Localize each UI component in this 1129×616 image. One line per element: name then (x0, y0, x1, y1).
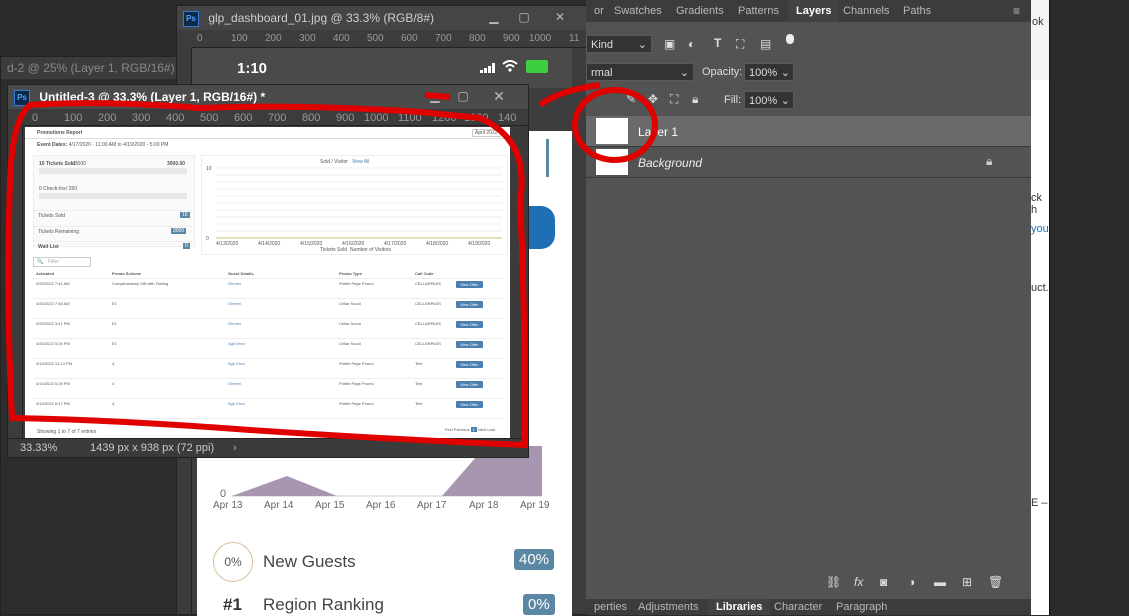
annotation-box (5, 100, 529, 449)
red-annotation-overlay (5, 82, 658, 449)
annotation-circle (572, 87, 658, 163)
annotation-arrow (424, 92, 451, 100)
